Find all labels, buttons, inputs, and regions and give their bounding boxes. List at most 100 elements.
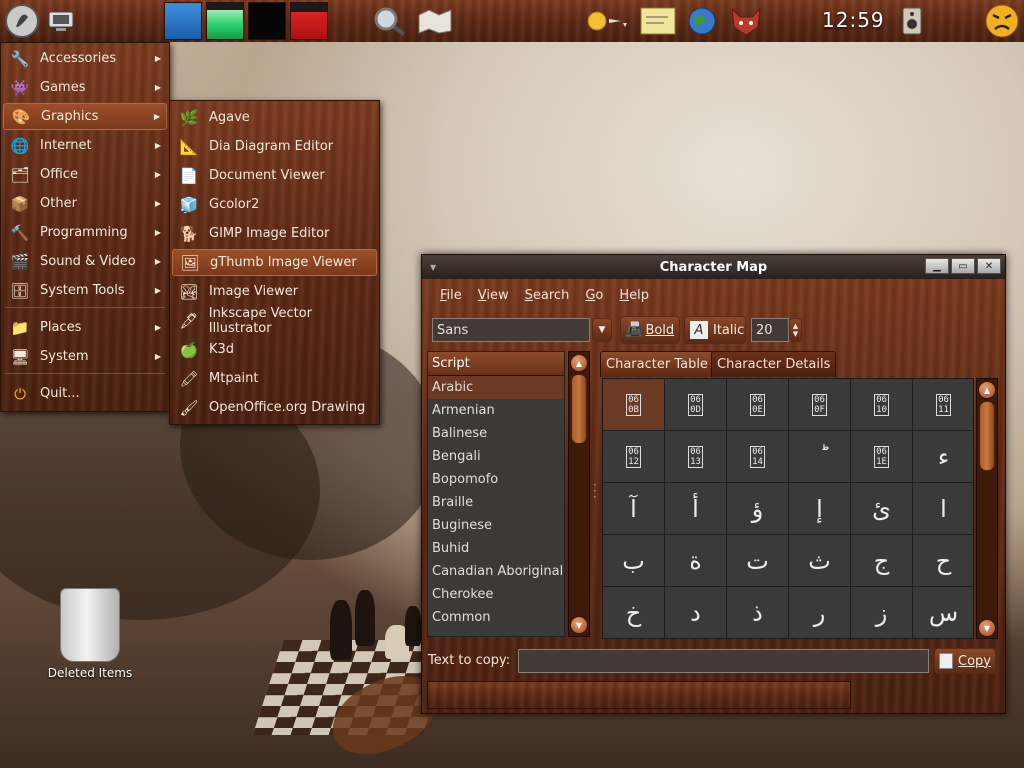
network-monitor-applet[interactable] — [248, 2, 286, 40]
menu-view[interactable]: View — [478, 288, 509, 303]
menu-file[interactable]: File — [440, 288, 462, 303]
menu-item-sound-video[interactable]: 🎬 Sound & Video ▶ — [3, 248, 167, 275]
show-desktop-button[interactable] — [44, 3, 78, 39]
character-table-scrollbar[interactable]: ▲ ▼ — [976, 378, 998, 639]
panel-clock[interactable]: 12:59 — [822, 8, 885, 32]
menu-item-gcolor2[interactable]: 🧊 Gcolor2 — [172, 191, 377, 218]
script-list-item[interactable]: Cherokee — [428, 583, 564, 606]
character-cell[interactable]: آ — [603, 483, 665, 535]
character-cell[interactable]: 06 12 — [603, 431, 665, 483]
character-cell[interactable]: 06 0F — [789, 379, 851, 431]
menu-item-system-tools[interactable]: 🗄 System Tools ▶ — [3, 277, 167, 304]
font-size-stepper[interactable]: ▲ ▼ — [789, 318, 802, 342]
character-cell[interactable]: 06 1E — [851, 431, 913, 483]
weather-button[interactable] — [580, 3, 630, 39]
font-size-spinner[interactable]: 20 — [751, 318, 789, 342]
notes-button[interactable] — [636, 3, 680, 39]
character-cell[interactable]: ة — [665, 535, 727, 587]
scroll-down-button[interactable]: ▼ — [570, 616, 588, 634]
menu-item-dia[interactable]: 📐 Dia Diagram Editor — [172, 133, 377, 160]
script-list-scrollbar[interactable]: ▲ ▼ — [568, 351, 590, 637]
main-menu-button[interactable] — [2, 3, 42, 39]
character-cell[interactable]: أ — [665, 483, 727, 535]
deleted-items-desktop-icon[interactable]: Deleted Items — [40, 588, 140, 680]
script-list-item[interactable]: Buginese — [428, 514, 564, 537]
character-cell[interactable]: 06 13 — [665, 431, 727, 483]
script-column-header[interactable]: Script — [428, 352, 564, 376]
character-cell[interactable]: 06 0E — [727, 379, 789, 431]
scrollbar-thumb[interactable] — [571, 374, 587, 444]
map-launcher-button[interactable] — [414, 3, 456, 39]
character-cell[interactable]: ج — [851, 535, 913, 587]
mail-button[interactable] — [726, 3, 766, 39]
copy-button[interactable]: Copy — [934, 648, 996, 674]
menu-item-gthumb[interactable]: 🖼 gThumb Image Viewer — [172, 249, 377, 276]
character-cell[interactable]: ذ — [727, 587, 789, 638]
close-button[interactable]: ✕ — [977, 258, 1001, 274]
menu-item-graphics[interactable]: 🎨 Graphics ▶ — [3, 103, 167, 130]
user-switcher-button[interactable] — [982, 3, 1022, 39]
character-cell[interactable]: 06 11 — [913, 379, 973, 431]
menu-go[interactable]: Go — [585, 288, 603, 303]
menu-item-accessories[interactable]: 🔧 Accessories ▶ — [3, 45, 167, 72]
pane-splitter-handle[interactable]: • • • — [593, 483, 597, 505]
menu-help[interactable]: Help — [619, 288, 649, 303]
tab-character-table[interactable]: Character Table — [600, 351, 714, 377]
character-cell[interactable]: خ — [603, 587, 665, 638]
character-cell[interactable]: 06 0D — [665, 379, 727, 431]
speaker-button[interactable] — [898, 3, 926, 39]
italic-toggle-button[interactable]: A Italic — [684, 316, 746, 344]
character-cell[interactable]: 06 14 — [727, 431, 789, 483]
maximize-button[interactable]: ▭ — [951, 258, 975, 274]
minimize-button[interactable]: ▁ — [925, 258, 949, 274]
script-list-item[interactable]: Buhid — [428, 537, 564, 560]
menu-item-image-viewer[interactable]: 🏞 Image Viewer — [172, 278, 377, 305]
window-titlebar[interactable]: ▼ Character Map ▁ ▭ ✕ — [422, 255, 1005, 279]
scroll-up-button[interactable]: ▲ — [570, 354, 588, 372]
character-cell[interactable]: ث — [789, 535, 851, 587]
scroll-down-button[interactable]: ▼ — [978, 619, 996, 637]
character-cell[interactable]: ؕ — [789, 431, 851, 483]
character-cell[interactable]: ز — [851, 587, 913, 638]
script-list-item[interactable]: Bengali — [428, 445, 564, 468]
menu-item-mtpaint[interactable]: 🖍 Mtpaint — [172, 365, 377, 392]
character-cell[interactable]: ح — [913, 535, 973, 587]
bold-toggle-button[interactable]: 📠 Bold — [620, 316, 680, 344]
font-combo-dropdown-button[interactable]: ▼ — [592, 318, 612, 342]
menu-item-ooo-drawing[interactable]: 🖌 OpenOffice.org Drawing — [172, 394, 377, 421]
scroll-up-button[interactable]: ▲ — [978, 381, 996, 399]
menu-item-k3d[interactable]: 🍏 K3d — [172, 336, 377, 363]
window-menu-icon[interactable]: ▼ — [430, 263, 436, 272]
cpu-monitor-applet[interactable] — [164, 2, 202, 40]
scrollbar-thumb[interactable] — [979, 401, 995, 471]
character-cell[interactable]: إ — [789, 483, 851, 535]
script-list-item[interactable]: Balinese — [428, 422, 564, 445]
menu-item-gimp[interactable]: 🐕 GIMP Image Editor — [172, 220, 377, 247]
menu-item-agave[interactable]: 🌿 Agave — [172, 104, 377, 131]
menu-item-inkscape[interactable]: 🖋 Inkscape Vector Illustrator — [172, 306, 377, 336]
menu-item-places[interactable]: 📁 Places ▶ — [3, 314, 167, 341]
script-list-item[interactable]: Common — [428, 606, 564, 629]
character-cell[interactable]: س — [913, 587, 973, 638]
character-cell[interactable]: 06 0B — [603, 379, 665, 431]
load-monitor-applet[interactable] — [290, 2, 328, 40]
character-cell[interactable]: ر — [789, 587, 851, 638]
search-button[interactable] — [370, 3, 410, 39]
character-cell[interactable]: ا — [913, 483, 973, 535]
menu-item-other[interactable]: 📦 Other ▶ — [3, 190, 167, 217]
script-list-item[interactable]: Armenian — [428, 399, 564, 422]
script-list-item[interactable]: Canadian Aboriginal — [428, 560, 564, 583]
menu-item-system[interactable]: 🖥 System ▶ — [3, 343, 167, 370]
character-cell[interactable]: ؤ — [727, 483, 789, 535]
character-cell[interactable]: د — [665, 587, 727, 638]
memory-monitor-applet[interactable] — [206, 2, 244, 40]
script-list-item[interactable]: Bopomofo — [428, 468, 564, 491]
script-list-item[interactable]: Arabic — [428, 376, 564, 399]
font-family-combo[interactable]: Sans — [432, 318, 590, 342]
character-cell[interactable]: ئ — [851, 483, 913, 535]
menu-item-games[interactable]: 👾 Games ▶ — [3, 74, 167, 101]
menu-item-internet[interactable]: 🌐 Internet ▶ — [3, 132, 167, 159]
character-cell[interactable]: ء — [913, 431, 973, 483]
menu-item-office[interactable]: 🗂 Office ▶ — [3, 161, 167, 188]
menu-search[interactable]: Search — [525, 288, 570, 303]
